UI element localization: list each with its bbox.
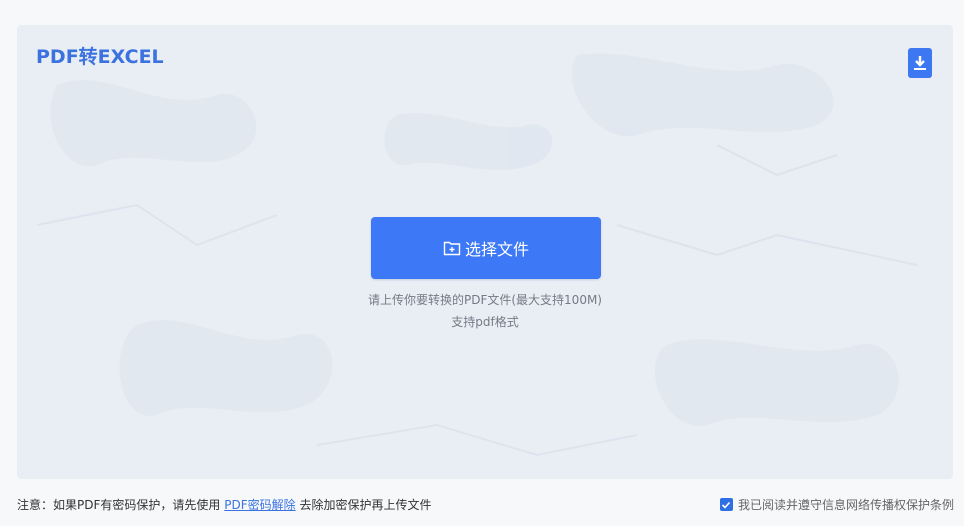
- select-file-label: 选择文件: [464, 240, 529, 259]
- upload-panel[interactable]: PDF转EXCEL 选择文件 请上传你要转换的PDF文件(最大支持100M) 支…: [17, 25, 953, 479]
- download-button[interactable]: [908, 48, 932, 78]
- pdf-unlock-link[interactable]: PDF密码解除: [224, 498, 295, 512]
- download-icon: [914, 56, 926, 70]
- select-file-button[interactable]: 选择文件: [371, 217, 601, 279]
- note-prefix: 注意：如果PDF有密码保护，请先使用: [17, 498, 221, 512]
- upload-hint: 请上传你要转换的PDF文件(最大支持100M): [367, 293, 602, 307]
- footer-note: 注意：如果PDF有密码保护，请先使用 PDF密码解除 去除加密保护再上传文件: [17, 496, 431, 513]
- format-hint: 支持pdf格式: [451, 315, 519, 329]
- agreement-label: 我已阅读并遵守信息网络传播权保护条例: [737, 498, 954, 512]
- agreement-checkbox[interactable]: [719, 498, 733, 511]
- agreement[interactable]: 我已阅读并遵守信息网络传播权保护条例: [719, 496, 954, 513]
- folder-add-icon: [443, 240, 461, 256]
- page-title: PDF转EXCEL: [36, 46, 164, 68]
- check-icon: [722, 501, 731, 509]
- note-suffix: 去除加密保护再上传文件: [299, 498, 432, 512]
